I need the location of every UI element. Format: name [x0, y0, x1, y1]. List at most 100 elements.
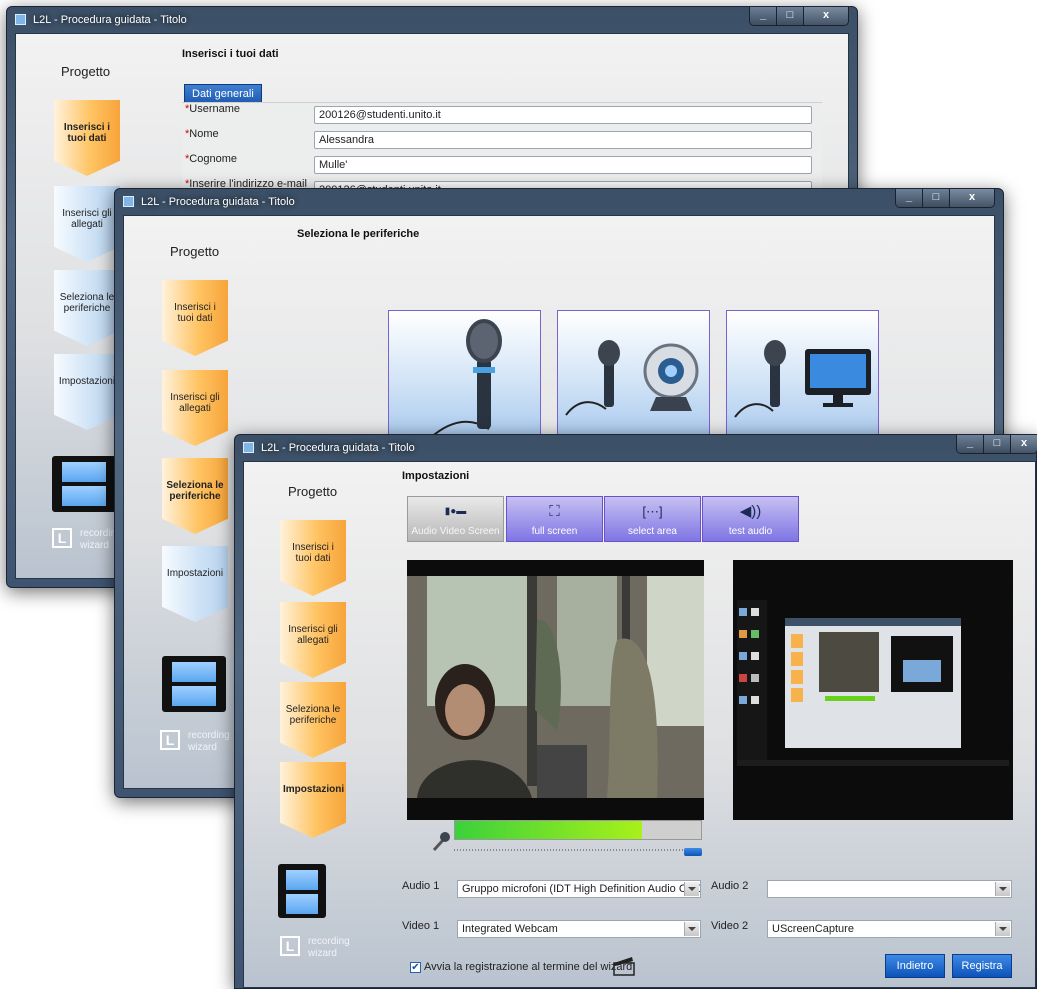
auto-record-checkbox[interactable]: ✔	[410, 962, 421, 973]
chevron-down-icon[interactable]	[684, 882, 699, 896]
form-row-nome: *Nome Alessandra	[182, 128, 822, 152]
volume-slider-thumb[interactable]	[684, 848, 702, 856]
window-client: Progetto Inserisci i tuoi dati Inserisci…	[243, 461, 1036, 988]
clapperboard-icon	[612, 956, 636, 976]
audio1-label: Audio 1	[402, 880, 440, 892]
audio1-select[interactable]: Gruppo microfoni (IDT High Definition Au…	[457, 880, 701, 898]
nome-field[interactable]: Alessandra	[314, 131, 812, 149]
fullscreen-icon: ⛶	[549, 503, 560, 520]
film-icon	[162, 656, 226, 712]
test-audio-label: test audio	[728, 526, 773, 537]
full-screen-label: full screen	[531, 526, 578, 537]
volume-slider-track	[454, 849, 702, 851]
film-icon	[52, 456, 116, 512]
audio-level-fill	[455, 821, 642, 839]
progetto-title: Progetto	[170, 244, 220, 259]
section-title: Inserisci i tuoi dati	[182, 48, 279, 60]
audio2-select[interactable]	[767, 880, 1012, 898]
microphone-icon	[428, 319, 502, 439]
form-row-cognome: *Cognome Mulle'	[182, 153, 822, 177]
screen-capture-image	[733, 560, 1013, 820]
video1-label: Video 1	[402, 920, 440, 932]
minimize-button[interactable]: _	[896, 189, 923, 207]
screen-preview	[733, 560, 1013, 820]
window-titlebar[interactable]: L2L - Procedura guidata - Titolo	[115, 189, 1003, 215]
step-seleziona-periferiche[interactable]: Seleziona le periferiche	[280, 682, 346, 758]
microphone-screen-icon	[734, 340, 871, 418]
form-row-username: *Username 200126@studenti.unito.it	[182, 103, 822, 127]
window-titlebar[interactable]: L2L - Procedura guidata - Titolo	[235, 435, 1036, 461]
progetto-title: Progetto	[61, 64, 111, 79]
maximize-button[interactable]: □	[984, 435, 1011, 453]
chevron-down-icon[interactable]	[995, 922, 1010, 936]
select-area-button[interactable]: [⋯] select area	[604, 496, 701, 542]
close-button[interactable]: x	[804, 7, 848, 25]
chevron-down-icon[interactable]	[995, 882, 1010, 896]
logo-line2: wizard	[308, 948, 337, 959]
logo-line2: wizard	[188, 742, 217, 753]
username-label: Username	[189, 103, 241, 115]
window-titlebar[interactable]: L2L - Procedura guidata - Titolo	[7, 7, 857, 33]
record-button[interactable]: Registra	[952, 954, 1012, 978]
back-button[interactable]: Indietro	[885, 954, 945, 978]
step-seleziona-periferiche[interactable]: Seleziona le periferiche	[162, 458, 228, 534]
window-title: L2L - Procedura guidata - Titolo	[141, 196, 295, 208]
window-controls: _ □ x	[749, 7, 849, 26]
audio-video-screen-button[interactable]: ▮●▬ Audio Video Screen	[407, 496, 504, 542]
audio-level-meter	[454, 820, 702, 840]
device-tile-audio-screen[interactable]	[726, 310, 879, 440]
app-icon	[123, 196, 134, 207]
chevron-down-icon[interactable]	[684, 922, 699, 936]
full-screen-button[interactable]: ⛶ full screen	[506, 496, 603, 542]
nome-label: Nome	[189, 128, 219, 140]
video1-value: Integrated Webcam	[462, 923, 558, 935]
step-impostazioni[interactable]: Impostazioni	[54, 354, 120, 430]
step-inserisci-allegati[interactable]: Inserisci gli allegati	[162, 370, 228, 446]
window-controls: _ □ x	[956, 435, 1037, 454]
logo-line1: recording	[188, 730, 230, 741]
video2-select[interactable]: UScreenCapture	[767, 920, 1012, 938]
volume-slider[interactable]	[454, 844, 702, 856]
username-field[interactable]: 200126@studenti.unito.it	[314, 106, 812, 124]
minimize-button[interactable]: _	[957, 435, 984, 453]
step-seleziona-periferiche[interactable]: Seleziona le periferiche	[54, 270, 120, 346]
video1-select[interactable]: Integrated Webcam	[457, 920, 701, 938]
cognome-field[interactable]: Mulle'	[314, 156, 812, 174]
step-impostazioni[interactable]: Impostazioni	[280, 762, 346, 838]
device-tile-audio[interactable]	[388, 310, 541, 440]
device-tile-audio-video[interactable]	[557, 310, 710, 440]
microphone-webcam-icon	[565, 340, 699, 416]
audio2-label: Audio 2	[711, 880, 749, 892]
microphone-icon	[430, 830, 452, 852]
audio1-value: Gruppo microfoni (IDT High Definition Au…	[462, 883, 701, 895]
maximize-button[interactable]: □	[777, 7, 804, 25]
app-icon	[243, 442, 254, 453]
maximize-button[interactable]: □	[923, 189, 950, 207]
close-button[interactable]: x	[950, 189, 994, 207]
audio-video-screen-label: Audio Video Screen	[411, 526, 500, 537]
video2-label: Video 2	[711, 920, 749, 932]
tab-dati-generali[interactable]: Dati generali	[184, 84, 262, 104]
test-audio-button[interactable]: ◀)) test audio	[702, 496, 799, 542]
step-inserisci-dati[interactable]: Inserisci i tuoi dati	[280, 520, 346, 596]
film-icon	[278, 864, 326, 918]
select-area-label: select area	[628, 526, 677, 537]
step-inserisci-dati[interactable]: Inserisci i tuoi dati	[54, 100, 120, 176]
window-step4: L2L - Procedura guidata - Titolo _ □ x P…	[234, 434, 1037, 989]
minimize-button[interactable]: _	[750, 7, 777, 25]
window-title: L2L - Procedura guidata - Titolo	[261, 442, 415, 454]
video2-value: UScreenCapture	[772, 923, 854, 935]
webcam-preview	[407, 560, 704, 820]
auto-record-label: Avvia la registrazione al termine del wi…	[424, 961, 633, 973]
app-icon	[15, 14, 26, 25]
step-inserisci-dati[interactable]: Inserisci i tuoi dati	[162, 280, 228, 356]
checkbox-checkmark: ✔	[411, 962, 420, 973]
step-inserisci-allegati[interactable]: Inserisci gli allegati	[280, 602, 346, 678]
select-area-icon: [⋯]	[642, 504, 663, 519]
devices-icon: ▮●▬	[444, 506, 467, 517]
step-impostazioni[interactable]: Impostazioni	[162, 546, 228, 622]
step-inserisci-allegati[interactable]: Inserisci gli allegati	[54, 186, 120, 262]
close-button[interactable]: x	[1011, 435, 1037, 453]
logo-line1: recording	[308, 936, 350, 947]
speaker-icon: ◀))	[739, 503, 762, 520]
